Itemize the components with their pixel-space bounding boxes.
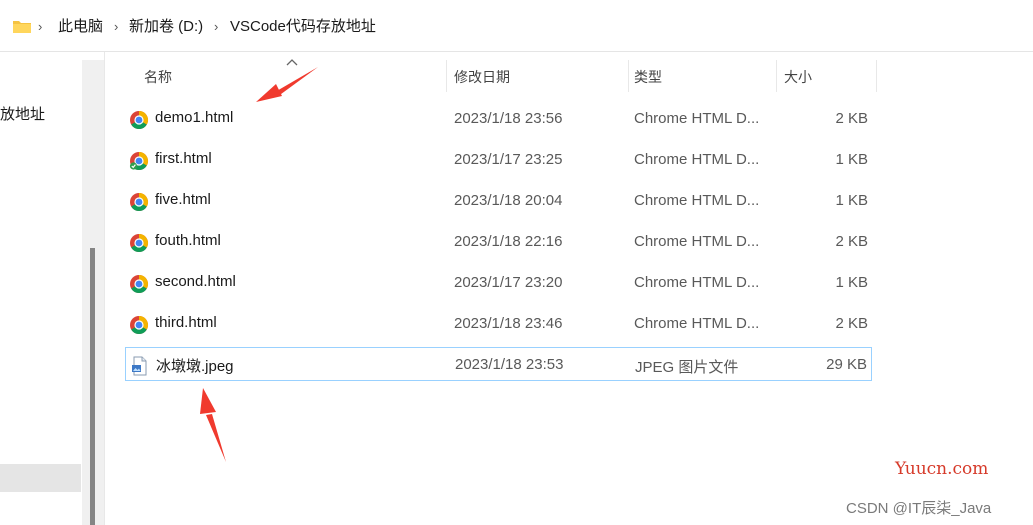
column-divider[interactable] [876, 60, 877, 92]
watermark-site: Yuucn.com [895, 459, 989, 479]
file-name: third.html [155, 314, 217, 331]
file-row[interactable]: demo1.html 2023/1/18 23:56 Chrome HTML D… [125, 102, 872, 136]
breadcrumb-separator-icon: › [114, 19, 119, 34]
file-date: 2023/1/18 22:16 [454, 233, 563, 250]
file-date: 2023/1/17 23:20 [454, 274, 563, 291]
nav-item-selected[interactable] [0, 464, 81, 492]
column-header-type[interactable]: 类型 [626, 60, 776, 92]
file-size: 29 KB [826, 356, 867, 373]
chrome-icon [130, 193, 149, 212]
file-size: 2 KB [835, 110, 868, 127]
annotation-arrow-icon [200, 388, 226, 462]
file-type: JPEG 图片文件 [635, 359, 739, 376]
pane-divider[interactable] [104, 52, 105, 525]
file-date: 2023/1/18 23:46 [454, 315, 563, 332]
navigation-pane[interactable]: 放地址 [0, 52, 82, 525]
file-type: Chrome HTML D... [634, 110, 760, 127]
file-row[interactable]: fouth.html 2023/1/18 22:16 Chrome HTML D… [125, 225, 872, 259]
file-row-selected[interactable]: 冰墩墩.jpeg 2023/1/18 23:53 JPEG 图片文件 29 KB [125, 347, 872, 381]
breadcrumb-item-current-folder[interactable]: VSCode代码存放地址 [230, 16, 376, 38]
chrome-icon [130, 234, 149, 253]
file-name: five.html [155, 191, 211, 208]
chrome-icon [129, 152, 149, 171]
file-name: fouth.html [155, 232, 221, 249]
file-name: 冰墩墩.jpeg [156, 358, 234, 375]
file-date: 2023/1/18 20:04 [454, 192, 563, 209]
file-type: Chrome HTML D... [634, 192, 760, 209]
breadcrumb-separator-icon: › [214, 19, 219, 34]
file-type: Chrome HTML D... [634, 233, 760, 250]
column-header-size[interactable]: 大小 [776, 60, 876, 92]
watermark-author: CSDN @IT辰柒_Java [846, 500, 992, 517]
file-type: Chrome HTML D... [634, 274, 760, 291]
file-date: 2023/1/18 23:56 [454, 110, 563, 127]
address-bar[interactable]: › 此电脑 › 新加卷 (D:) › VSCode代码存放地址 [0, 0, 1033, 52]
column-header-date[interactable]: 修改日期 [446, 60, 628, 92]
chrome-icon [130, 275, 149, 294]
chrome-icon [130, 111, 149, 130]
file-row[interactable]: third.html 2023/1/18 23:46 Chrome HTML D… [125, 307, 872, 341]
file-row[interactable]: second.html 2023/1/17 23:20 Chrome HTML … [125, 266, 872, 300]
file-size: 1 KB [835, 151, 868, 168]
breadcrumb-separator-icon: › [38, 19, 43, 34]
file-type: Chrome HTML D... [634, 151, 760, 168]
folder-icon [13, 21, 31, 33]
file-type: Chrome HTML D... [634, 315, 760, 332]
file-size: 1 KB [835, 274, 868, 291]
breadcrumb-item-this-pc[interactable]: 此电脑 [58, 16, 103, 38]
file-name: first.html [155, 150, 212, 167]
nav-scrollbar-thumb[interactable] [90, 248, 95, 525]
file-row[interactable]: first.html 2023/1/17 23:25 Chrome HTML D… [125, 143, 872, 177]
file-size: 1 KB [835, 192, 868, 209]
file-row[interactable]: five.html 2023/1/18 20:04 Chrome HTML D.… [125, 184, 872, 218]
file-size: 2 KB [835, 233, 868, 250]
file-name: second.html [155, 273, 236, 290]
file-date: 2023/1/18 23:53 [455, 356, 564, 373]
file-date: 2023/1/17 23:25 [454, 151, 563, 168]
chrome-icon [130, 316, 149, 335]
file-name: demo1.html [155, 109, 234, 126]
image-file-icon [132, 356, 147, 376]
file-size: 2 KB [835, 315, 868, 332]
nav-item-current-folder[interactable]: 放地址 [0, 103, 45, 124]
column-header-name[interactable]: 名称 [136, 60, 446, 92]
breadcrumb-item-drive-d[interactable]: 新加卷 (D:) [129, 16, 203, 38]
